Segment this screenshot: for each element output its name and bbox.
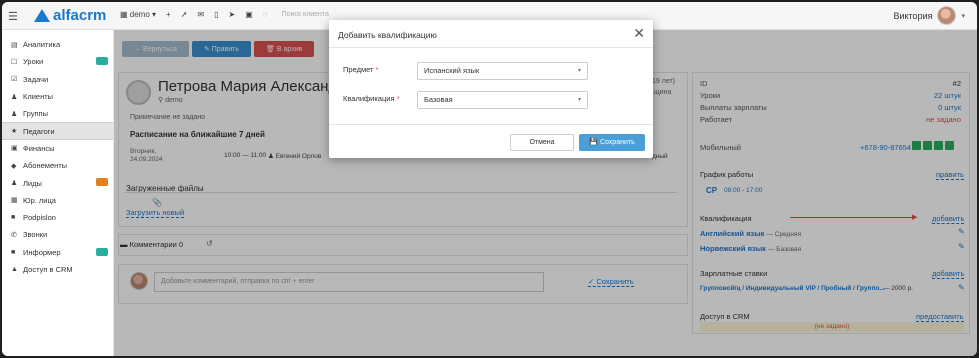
qualification-select[interactable]: Базовая ▾ [417,91,588,109]
sidebar-item-label: Педагоги [23,126,55,136]
sidebar-item-label: Задачи [23,74,49,84]
app-window: ☰ alfacrm ▦ demo ▾ + ➚ ✉ ▯ ➤ ▣ ○ Поиск к… [2,2,977,356]
qualification-value: Базовая [424,95,453,104]
sidebar-item-6[interactable]: ▣ Финансы [2,140,113,157]
mail-icon[interactable]: ✉ [197,10,204,19]
required-marker: * [375,65,379,74]
money-icon: ▣ [11,145,18,153]
logo-text: alfacrm [53,7,107,24]
sidebar-item-3[interactable]: ♟ Клиенты [2,88,113,105]
sidebar-item-1[interactable]: ☐ Уроки [2,53,113,70]
subject-select[interactable]: Испанский язык ▾ [417,62,588,80]
doc-icon: ■ [11,214,16,222]
sidebar-badge [96,57,108,66]
calendar-icon: ☐ [11,58,18,66]
sidebar-item-label: Информер [23,247,61,257]
plus-icon[interactable]: + [166,10,171,19]
logo-mark-icon [34,9,50,22]
chevron-down-icon: ▾ [577,68,581,74]
sidebar-item-label: Финансы [23,143,55,153]
chevron-down-icon: ▾ [577,97,581,103]
subject-label: Предмет * [343,65,378,74]
user-menu[interactable]: Виктория ▾ [893,6,965,25]
avatar [937,6,957,25]
cart-icon[interactable]: ▣ [245,10,253,19]
leads-icon: ♟ [11,180,18,188]
qualification-label-text: Квалификация [343,94,395,103]
subject-label-text: Предмет [343,65,374,74]
cancel-button[interactable]: Отмена [510,134,574,151]
pin-icon[interactable]: ➚ [181,10,188,19]
branch-name: demo [129,10,150,19]
sidebar-item-5[interactable]: ★ Педагоги [2,122,113,140]
sidebar-item-label: Уроки [23,57,44,67]
sidebar-item-label: Группы [23,109,48,119]
informer-icon: ■ [11,248,16,256]
tasks-icon: ☑ [11,76,18,84]
subject-value: Испанский язык [424,66,480,75]
dialog-title: Добавить квалификацию [338,30,437,40]
telegram-icon[interactable]: ➤ [229,10,236,19]
sidebar: ▤ Аналитика ☐ Уроки ☑ Задачи ♟ Клиенты ♟ Группы ★ П… [2,30,114,356]
teacher-icon: ★ [11,128,18,136]
required-marker: * [396,94,400,103]
sidebar-badge [96,178,108,187]
sidebar-item-7[interactable]: ◆ Абонементы [2,157,113,174]
building-icon: ▦ [11,197,18,205]
sidebar-item-2[interactable]: ☑ Задачи [2,71,113,88]
sidebar-badge [96,247,108,256]
mobile-icon[interactable]: ▯ [214,10,218,19]
dialog-divider [329,47,653,48]
user-name: Виктория [893,10,933,21]
sidebar-item-4[interactable]: ♟ Группы [2,105,113,122]
chevron-down-icon: ▾ [961,12,965,20]
access-icon: ▲ [11,266,18,273]
sidebar-item-label: Абонементы [23,161,68,171]
sidebar-item-label: Звонки [23,230,48,240]
qualification-label: Квалификация * [343,94,400,103]
save-label: Сохранить [599,139,635,146]
group-icon: ♟ [11,110,18,118]
sidebar-item-10[interactable]: ■ Podpislon [2,209,113,226]
tag-icon: ◆ [11,162,17,170]
dialog-footer-divider [329,124,653,125]
sidebar-item-label: Лиды [23,178,42,188]
user-icon: ♟ [11,93,18,101]
sidebar-item-label: Podpislon [23,213,56,223]
sidebar-item-label: Клиенты [23,92,54,102]
search-input[interactable]: Поиск клиента [282,11,329,18]
save-button[interactable]: 💾 Сохранить [579,134,645,151]
sidebar-item-11[interactable]: ✆ Звонки [2,226,113,243]
logo[interactable]: alfacrm [34,7,106,24]
sidebar-item-label: Доступ в CRM [23,265,73,274]
toolbar: ▦ demo ▾ + ➚ ✉ ▯ ➤ ▣ ○ Поиск клиента [120,10,329,19]
sidebar-item-8[interactable]: ♟ Лиды [2,174,113,191]
phone-icon: ✆ [11,231,17,239]
add-qualification-dialog: Добавить квалификацию ✕ Предмет * Испанс… [329,20,653,158]
menu-icon[interactable]: ☰ [8,10,18,23]
branch-selector[interactable]: ▦ demo ▾ [120,10,156,19]
sidebar-item-label: Юр. лица [23,195,56,205]
info-icon[interactable]: ○ [263,10,268,19]
sidebar-item-9[interactable]: ▦ Юр. лица [2,192,113,209]
close-icon[interactable]: ✕ [633,25,645,42]
sidebar-item-13[interactable]: ▲ Доступ в CRM [2,261,113,278]
sidebar-item-12[interactable]: ■ Информер [2,244,113,261]
sidebar-item-0[interactable]: ▤ Аналитика [2,36,113,53]
chart-icon: ▤ [11,41,18,49]
sidebar-item-label: Аналитика [23,40,61,50]
